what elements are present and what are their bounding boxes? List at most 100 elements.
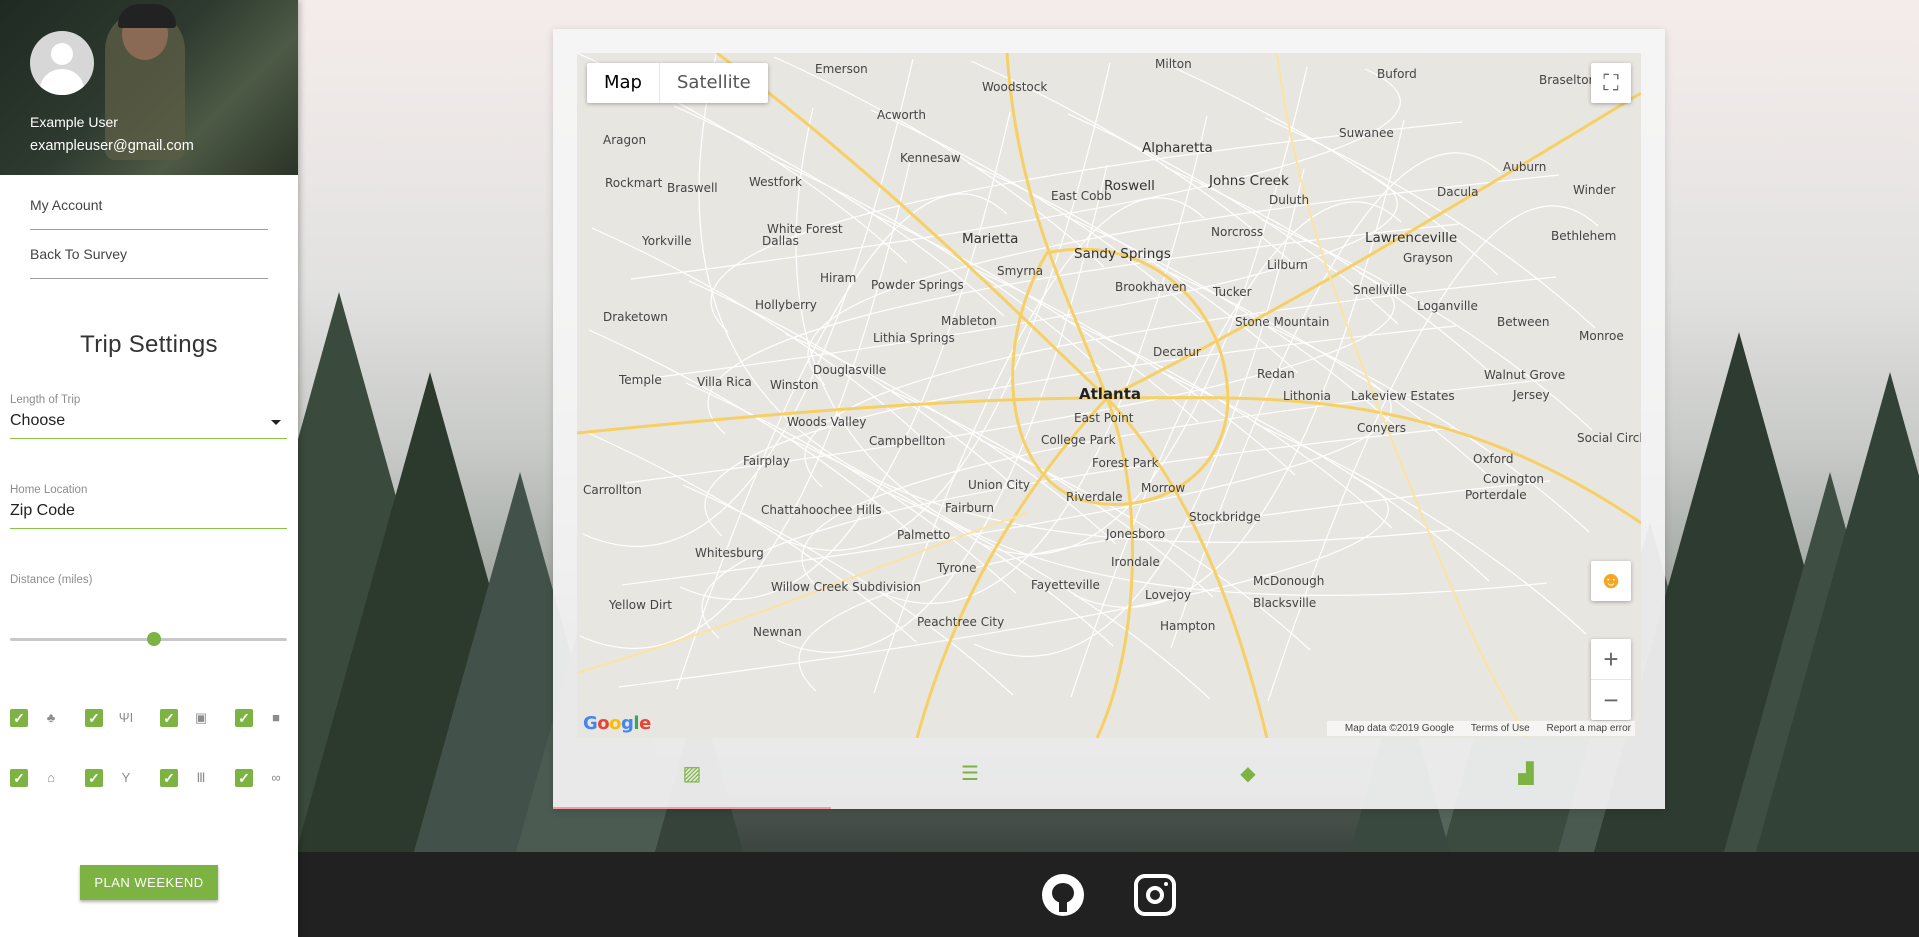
map-city-label: Hollyberry xyxy=(755,298,817,312)
map-city-label: Duluth xyxy=(1269,193,1310,207)
map-city-label: Johns Creek xyxy=(1209,173,1289,189)
pegman-icon[interactable]: ☻ xyxy=(1591,561,1631,601)
map-city-label: Irondale xyxy=(1111,555,1160,569)
map-city-label: Auburn xyxy=(1503,160,1547,174)
map-city-label: Fairplay xyxy=(743,454,790,468)
tab-directions[interactable]: ◆ xyxy=(1109,738,1387,809)
report-map-error-link[interactable]: Report a map error xyxy=(1547,723,1631,734)
fullscreen-icon[interactable]: ⛶ xyxy=(1591,63,1631,103)
avatar xyxy=(30,31,94,95)
filter-checkbox[interactable]: ✓ xyxy=(10,709,28,727)
person-pin-icon: ▟ xyxy=(1518,763,1534,785)
map-city-label: Mableton xyxy=(941,314,997,328)
view-tabs: ▨ ☰ ◆ ▟ xyxy=(553,738,1665,809)
map-city-label: Jonesboro xyxy=(1106,527,1166,541)
map-city-label: Braselton xyxy=(1539,73,1597,87)
map-city-label: Covington xyxy=(1483,472,1545,486)
length-of-trip-select[interactable]: Length of Trip Choose xyxy=(10,394,287,439)
map-city-label: Roswell xyxy=(1104,178,1155,194)
map-city-label: Woodstock xyxy=(982,80,1048,94)
map-city-label: Hampton xyxy=(1160,619,1216,633)
filter-checkbox[interactable]: ✓ xyxy=(235,769,253,787)
map-city-label: Newnan xyxy=(753,625,802,639)
map-city-label: Walnut Grove xyxy=(1484,368,1566,382)
filter-checkbox[interactable]: ✓ xyxy=(10,769,28,787)
home-location-field[interactable]: Home Location Zip Code xyxy=(10,484,287,529)
distance-slider-thumb[interactable] xyxy=(147,632,162,646)
filter-checkbox[interactable]: ✓ xyxy=(85,769,103,787)
map-city-label: Marietta xyxy=(962,231,1019,247)
map-city-label: Yorkville xyxy=(642,234,692,248)
nav-my-account[interactable]: My Account xyxy=(30,181,268,230)
map-city-label: Braswell xyxy=(667,181,718,195)
map-city-label: Carrollton xyxy=(583,483,642,497)
map-city-label: East Point xyxy=(1074,411,1134,425)
map-city-label: Dacula xyxy=(1437,185,1479,199)
map-city-label: Winston xyxy=(770,378,819,392)
plan-weekend-button[interactable]: PLAN WEEKEND xyxy=(80,865,218,900)
google-map[interactable]: Emerson Milton Buford Braselton Woodstock Acw… xyxy=(577,53,1641,738)
home-location-input[interactable]: Zip Code xyxy=(10,502,287,529)
map-type-control: Map Satellite xyxy=(587,63,768,103)
map-city-label: Yellow Dirt xyxy=(609,598,672,612)
footer xyxy=(298,852,1919,937)
map-type-map-button[interactable]: Map xyxy=(587,63,659,103)
zoom-in-button[interactable]: + xyxy=(1591,639,1631,679)
tab-map[interactable]: ▨ xyxy=(553,738,831,809)
map-city-label: Lovejoy xyxy=(1145,588,1192,602)
filter-checkbox[interactable]: ✓ xyxy=(160,769,178,787)
map-city-label: Conyers xyxy=(1357,421,1406,435)
filter-checkbox[interactable]: ✓ xyxy=(235,709,253,727)
trip-settings-title: Trip Settings xyxy=(80,331,218,358)
terms-of-use-link[interactable]: Terms of Use xyxy=(1471,723,1530,734)
map-city-label: Villa Rica xyxy=(697,375,752,389)
home-location-label: Home Location xyxy=(10,484,88,496)
map-city-label: East Cobb xyxy=(1051,189,1112,203)
tab-list[interactable]: ☰ xyxy=(831,738,1109,809)
map-city-label: Acworth xyxy=(877,108,926,122)
user-name: Example User xyxy=(30,114,118,130)
directions-icon: ◆ xyxy=(1240,763,1256,785)
zoom-out-button[interactable]: − xyxy=(1591,679,1631,720)
map-city-label: Campbellton xyxy=(869,434,946,448)
map-city-label: Riverdale xyxy=(1066,490,1123,504)
map-attribution: Map data ©2019 Google Terms of Use Repor… xyxy=(1326,721,1635,736)
map-city-label: Stockbridge xyxy=(1189,510,1261,524)
cocktail-icon: Y xyxy=(121,770,131,785)
map-city-label: Smyrna xyxy=(997,264,1044,278)
filter-checkbox[interactable]: ✓ xyxy=(160,709,178,727)
map-city-label: Sandy Springs xyxy=(1074,246,1171,262)
map-city-label: Temple xyxy=(619,373,662,387)
tab-person-pin[interactable]: ▟ xyxy=(1387,738,1665,809)
map-city-label: McDonough xyxy=(1253,574,1325,588)
map-city-label: Decatur xyxy=(1153,345,1201,359)
map-city-label: Suwanee xyxy=(1339,126,1394,140)
filter-checkbox[interactable]: ✓ xyxy=(85,709,103,727)
map-city-label: Winder xyxy=(1573,183,1616,197)
map-icon: ▨ xyxy=(682,763,702,785)
map-city-label: Peachtree City xyxy=(917,615,1005,629)
map-city-label: Oxford xyxy=(1473,452,1514,466)
map-city-label: Lilburn xyxy=(1267,258,1308,272)
map-city-label: Westfork xyxy=(749,175,802,189)
map-city-label: Woods Valley xyxy=(787,415,867,429)
map-city-label: Tucker xyxy=(1213,285,1252,299)
map-city-label: Lithonia xyxy=(1283,389,1331,403)
nav-back-to-survey[interactable]: Back To Survey xyxy=(30,230,268,279)
map-city-label: Social Circle xyxy=(1577,431,1641,445)
user-email: exampleuser@gmail.com xyxy=(30,138,194,154)
map-city-label: Alpharetta xyxy=(1142,140,1213,156)
instagram-icon[interactable] xyxy=(1134,874,1176,916)
distance-slider[interactable] xyxy=(10,632,287,646)
map-city-label: Bethlehem xyxy=(1551,229,1617,243)
google-logo: Google xyxy=(583,713,651,734)
sidebar-nav: My Account Back To Survey xyxy=(0,175,298,279)
map-type-satellite-button[interactable]: Satellite xyxy=(659,63,768,103)
handshake-icon: ∞ xyxy=(271,770,281,785)
list-icon: ☰ xyxy=(961,763,979,785)
github-icon[interactable] xyxy=(1042,874,1084,916)
map-city-label: Between xyxy=(1497,315,1550,329)
map-city-label: Atlanta xyxy=(1079,385,1142,403)
map-city-label: Draketown xyxy=(603,310,668,324)
map-card: Emerson Milton Buford Braselton Woodstock Acw… xyxy=(553,29,1665,809)
